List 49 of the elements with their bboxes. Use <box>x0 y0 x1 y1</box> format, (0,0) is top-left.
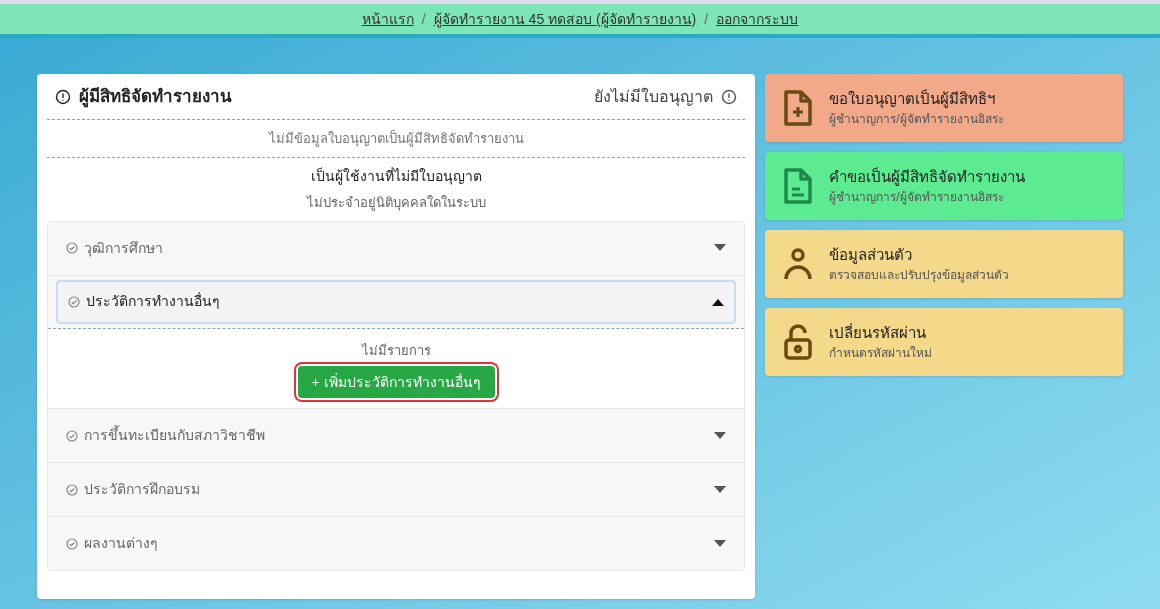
breadcrumb-separator: / <box>421 9 426 29</box>
section-header[interactable]: ประวัติการฝึกอบรม <box>48 463 745 516</box>
action-card[interactable]: ข้อมูลส่วนตัว ตรวจสอบและปรับปรุงข้อมูลส่วนตัว <box>765 230 1123 298</box>
action-card[interactable]: ขอใบอนุญาตเป็นผู้มีสิทธิฯ ผู้ชำนาญการ/ผู้จัดทำรายงานอิสระ <box>765 74 1123 142</box>
action-subtitle: ผู้ชำนาญการ/ผู้จัดทำรายงานอิสระ <box>829 189 1005 207</box>
section-label: ประวัติการทำงานอื่นๆ <box>86 291 220 311</box>
section-header[interactable]: ผลงานต่างๆ <box>48 517 745 570</box>
caret-down-icon <box>714 431 727 440</box>
license-status: ยังไม่มีใบอนุญาต <box>594 86 714 109</box>
section-label: ประวัติการฝึกอบรม <box>84 480 200 499</box>
check-icon <box>66 242 78 254</box>
card-title: ผู้มีสิทธิจัดทำรายงาน <box>79 85 232 110</box>
breadcrumb-link[interactable]: ผู้จัดทำรายงาน 45 ทดสอบ (ผู้จัดทำรายงาน) <box>433 8 697 30</box>
info-icon <box>55 88 71 105</box>
action-title: ขอใบอนุญาตเป็นผู้มีสิทธิฯ <box>829 88 997 111</box>
user-status: เป็นผู้ใช้งานที่ไม่มีใบอนุญาต <box>310 166 482 187</box>
unlock-icon <box>783 323 814 361</box>
section-label: ผลงานต่างๆ <box>84 534 158 553</box>
check-icon <box>66 429 78 442</box>
breadcrumb-link[interactable]: หน้าแรก <box>361 8 414 30</box>
caret-up-icon <box>712 297 725 306</box>
info-icon <box>721 88 738 105</box>
section-header[interactable]: วุฒิการศึกษา <box>48 221 745 275</box>
caret-down-icon <box>714 485 727 494</box>
user-icon <box>783 247 814 281</box>
empty-text: ไม่มีรายการ <box>361 341 431 360</box>
action-card[interactable]: คำขอเป็นผู้มีสิทธิจัดทำรายงาน ผู้ชำนาญการ/ผู้จัดทำรายงานอิสระ <box>765 152 1123 220</box>
license-note: ไม่มีข้อมูลใบอนุญาตเป็นผู้มีสิทธิจัดทำรายงาน <box>268 128 524 149</box>
action-subtitle: ผู้ชำนาญการ/ผู้จัดทำรายงานอิสระ <box>829 111 1004 129</box>
section-header[interactable]: ประวัติการทำงานอื่นๆ <box>56 279 737 324</box>
caret-down-icon <box>714 244 727 252</box>
breadcrumb-separator: / <box>704 9 709 29</box>
section-header[interactable]: การขึ้นทะเบียนกับสภาวิชาชีพ <box>48 409 745 462</box>
org-status: ไม่ประจำอยู่นิติบุคคลใดในระบบ <box>306 194 486 213</box>
check-icon <box>66 483 78 496</box>
action-title: คำขอเป็นผู้มีสิทธิจัดทำรายงาน <box>829 166 1026 188</box>
file-plus-icon <box>783 89 814 127</box>
section-label: วุฒิการศึกษา <box>84 238 163 259</box>
action-title: ข้อมูลส่วนตัว <box>829 244 914 266</box>
file-icon <box>783 167 814 205</box>
caret-down-icon <box>714 539 727 548</box>
check-icon <box>66 537 78 550</box>
breadcrumb-link[interactable]: ออกจากระบบ <box>716 8 799 30</box>
check-icon <box>68 295 80 308</box>
action-subtitle: กำหนดรหัสผ่านใหม่ <box>829 345 933 363</box>
action-title: เปลี่ยนรหัสผ่าน <box>829 322 928 343</box>
action-subtitle: ตรวจสอบและปรับปรุงข้อมูลส่วนตัว <box>829 267 1010 285</box>
section-label: การขึ้นทะเบียนกับสภาวิชาชีพ <box>84 425 265 445</box>
action-card[interactable]: เปลี่ยนรหัสผ่าน กำหนดรหัสผ่านใหม่ <box>765 308 1123 376</box>
